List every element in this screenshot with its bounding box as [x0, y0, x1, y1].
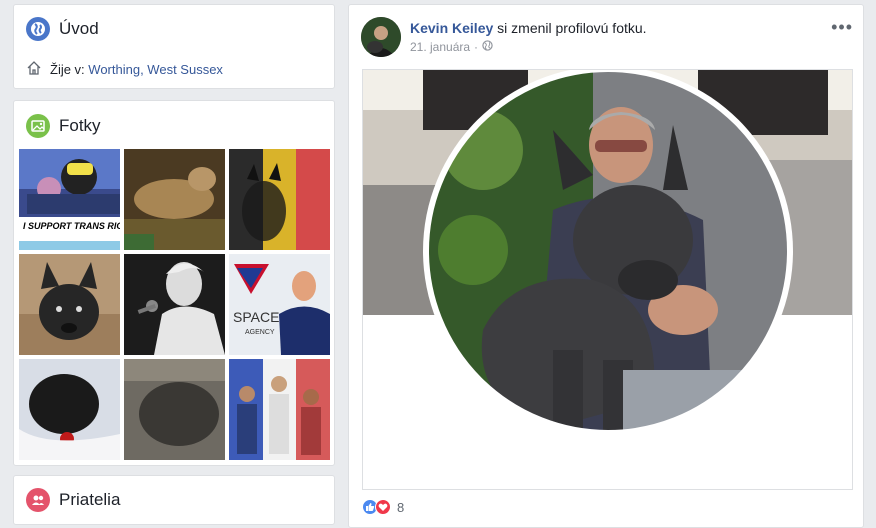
author-avatar[interactable] [361, 17, 401, 57]
globe-icon [26, 17, 50, 41]
intro-card: Úvod Žije v: Worthing, West Sussex [13, 4, 335, 89]
tile-caption: AGENCY [245, 329, 275, 336]
friends-card: Priatelia [13, 475, 335, 525]
photos-card: Fotky I SUPPORT TRANS RIGHTS [13, 100, 335, 466]
photo-tile[interactable] [124, 254, 225, 355]
separator-dot: · [474, 40, 479, 54]
reaction-count: 8 [397, 499, 405, 515]
globe-privacy-icon[interactable] [482, 40, 493, 54]
photo-tile[interactable] [19, 359, 120, 460]
lives-in-row: Žije v: Worthing, West Sussex [26, 60, 223, 79]
post-subline: 21. januára · [410, 40, 647, 54]
photo-tile[interactable]: I SUPPORT TRANS RIGHTS [19, 149, 120, 250]
tile-caption: I SUPPORT TRANS RIGHTS [23, 221, 120, 231]
love-icon [375, 499, 391, 515]
image-icon [26, 114, 50, 138]
profile-photo-media[interactable] [362, 69, 853, 490]
photo-tile[interactable] [124, 359, 225, 460]
friends-icon [26, 488, 50, 512]
photo-grid: I SUPPORT TRANS RIGHTS [19, 149, 331, 460]
post-header: Kevin Keiley si zmenil profilovú fotku. … [410, 20, 647, 54]
photo-tile[interactable] [19, 254, 120, 355]
post-date[interactable]: 21. januára [410, 40, 470, 54]
home-icon [26, 60, 42, 79]
intro-header: Úvod [26, 17, 99, 41]
friends-title[interactable]: Priatelia [59, 490, 120, 510]
city-link[interactable]: Worthing, West Sussex [88, 62, 223, 77]
photos-header: Fotky [26, 114, 101, 138]
post-card: Kevin Keiley si zmenil profilovú fotku. … [348, 4, 864, 528]
intro-title: Úvod [59, 19, 99, 38]
photo-tile[interactable] [124, 149, 225, 250]
post-action: si zmenil profilovú fotku. [493, 20, 647, 36]
photo-tile[interactable] [229, 359, 330, 460]
photo-tile[interactable]: SPACE AGENCY [229, 254, 330, 355]
post-headline: Kevin Keiley si zmenil profilovú fotku. [410, 20, 647, 36]
lives-label: Žije v: [50, 62, 85, 77]
author-name[interactable]: Kevin Keiley [410, 20, 493, 36]
reactions-summary[interactable]: 8 [362, 499, 404, 515]
friends-header: Priatelia [26, 488, 120, 512]
more-options-icon[interactable]: ••• [831, 17, 853, 38]
tile-caption: SPACE [233, 309, 279, 325]
photo-tile[interactable] [229, 149, 330, 250]
photos-title: Fotky [59, 116, 101, 135]
